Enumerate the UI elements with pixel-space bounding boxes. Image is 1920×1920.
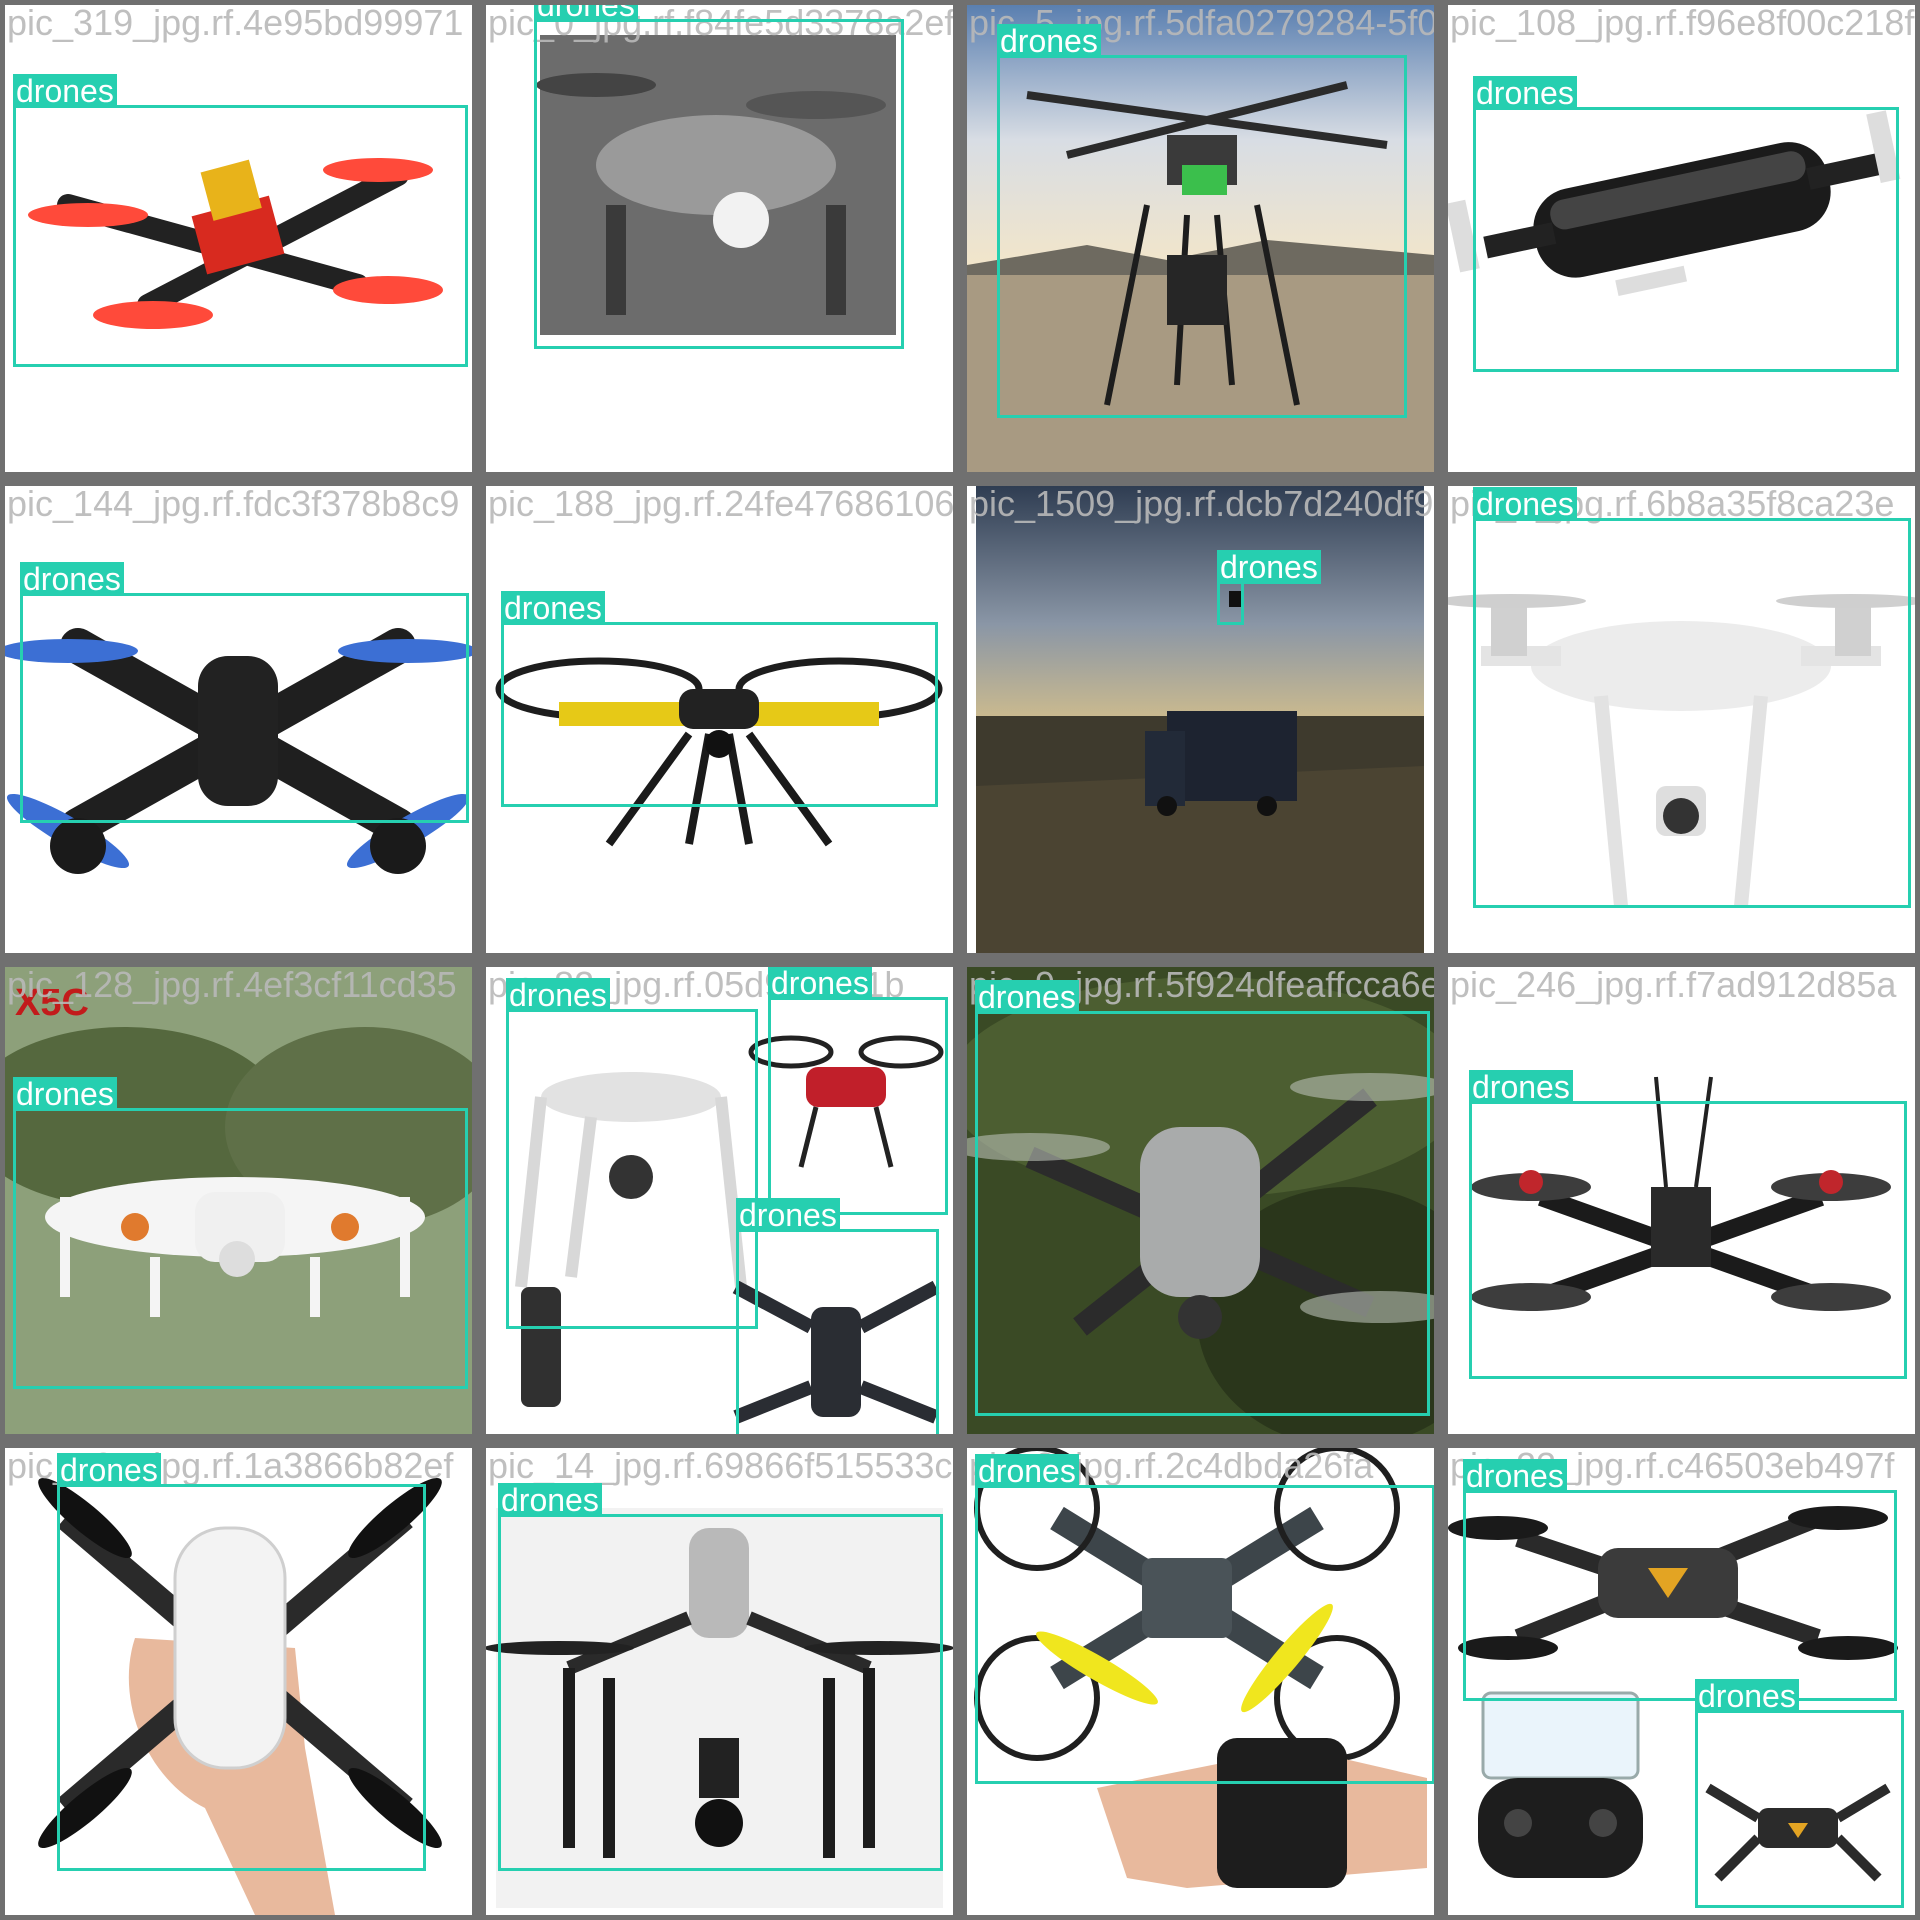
detection-label: drones — [534, 5, 638, 22]
mosaic-tile: pic_82_jpg.rf.05d9e7e91b drones drones dron… — [486, 967, 953, 1434]
svg-text:X5C: X5C — [15, 982, 89, 1024]
detection-box: drones — [768, 967, 948, 1215]
truck-dusk-landscape-photo — [976, 486, 1424, 953]
detection-label: drones — [1695, 1679, 1799, 1713]
detection-box: drones — [736, 1198, 939, 1434]
mosaic-tile: pic_1509_jpg.rf.dcb7d240df9 drones — [967, 486, 1434, 953]
detection-box: drones — [997, 24, 1407, 418]
detection-box: drones — [506, 978, 758, 1329]
detection-box: drones — [975, 980, 1430, 1416]
mosaic-tile: pic_319_jpg.rf.4e95bd99971 drones — [5, 5, 472, 472]
detection-label: drones — [13, 1077, 117, 1111]
detection-label: drones — [768, 967, 872, 1000]
mosaic-tile: pic_0_jpg.rf.f84fe5d3378a2efb9b9ccdrones — [486, 5, 953, 472]
detection-box: drones — [1463, 1459, 1897, 1701]
detection-box: drones — [20, 562, 469, 823]
detection-box: drones — [1469, 1070, 1907, 1379]
mosaic-tile: pic_144_jpg.rf.fdc3f378b8c9 drones — [5, 486, 472, 953]
detection-label: drones — [501, 591, 605, 625]
mosaic-tile: pic_4_jpg.rf.6b8a35f8ca23e drones — [1448, 486, 1915, 953]
detection-box: drones — [1217, 550, 1321, 625]
mosaic-tile: pic_14_jpg.rf.69866f515533c60 drones — [486, 1448, 953, 1915]
detection-label: drones — [20, 562, 124, 596]
detection-label: drones — [997, 24, 1101, 58]
detection-label: drones — [975, 1454, 1079, 1488]
mosaic-tile: pic_188_jpg.rf.24fe4768610683 drones — [486, 486, 953, 953]
detection-box: drones — [1473, 487, 1911, 908]
mosaic-tile: pic_9_jpg.rf.5f924dfeaffcca6e5 drones — [967, 967, 1434, 1434]
detection-label: drones — [506, 978, 610, 1012]
detection-box: drones — [57, 1453, 426, 1871]
detection-box: drones — [498, 1483, 943, 1871]
detection-box: drones — [534, 5, 904, 349]
detection-label: drones — [1473, 487, 1577, 521]
detection-box: drones — [1695, 1679, 1904, 1908]
detection-label: drones — [1217, 550, 1321, 584]
detection-label: drones — [1469, 1070, 1573, 1104]
detection-label: drones — [498, 1483, 602, 1517]
detection-label: drones — [736, 1198, 840, 1232]
mosaic-tile: pic_3_jpg.rf.2c4dbda26fa drones — [967, 1448, 1434, 1915]
mosaic-tile: pic_127_jpg.rf.1a3866b82ef drones — [5, 1448, 472, 1915]
mosaic-tile: pic_246_jpg.rf.f7ad912d85a drones — [1448, 967, 1915, 1434]
detection-label: drones — [57, 1453, 161, 1487]
detection-box: drones — [1473, 76, 1899, 372]
detection-label: drones — [1463, 1459, 1567, 1493]
detection-label: drones — [1473, 76, 1577, 110]
detection-box: drones — [13, 74, 468, 367]
detection-label: drones — [975, 980, 1079, 1014]
image-mosaic: pic_319_jpg.rf.4e95bd99971 drones pic_0_j… — [0, 0, 1920, 1920]
mosaic-tile: X5C pic_128_jpg.rf.4ef3cf11cd35 drones — [5, 967, 472, 1434]
mosaic-tile: pic_5_jpg.rf.5dfa0279284-5f0 drones — [967, 5, 1434, 472]
truck-dusk-landscape-photo — [967, 486, 1434, 953]
mosaic-tile: pic_23_jpg.rf.c46503eb497f drones drones — [1448, 1448, 1915, 1915]
mosaic-tile: pic_108_jpg.rf.f96e8f00c218f99 drones — [1448, 5, 1915, 472]
detection-box: drones — [975, 1454, 1434, 1784]
detection-label: drones — [13, 74, 117, 108]
detection-box: drones — [13, 1077, 468, 1389]
detection-box: drones — [501, 591, 938, 807]
